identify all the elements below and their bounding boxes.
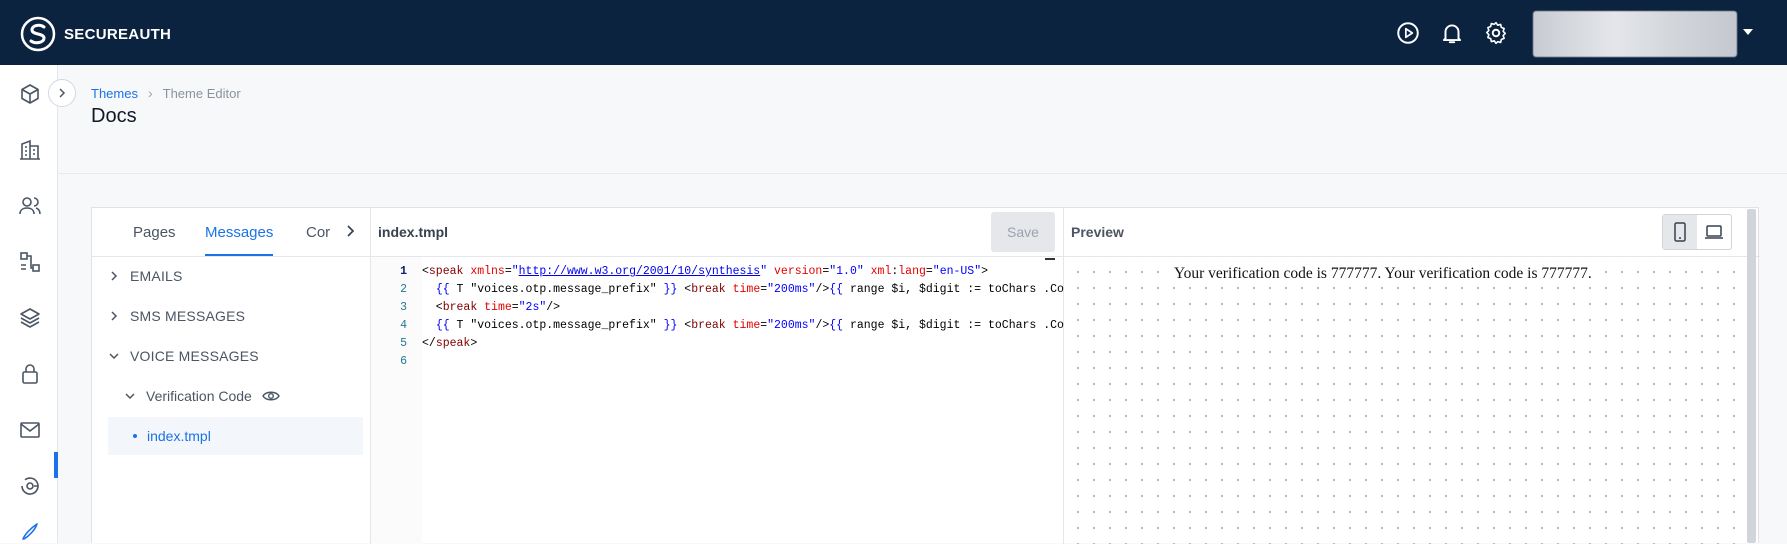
lock-icon[interactable] [18, 362, 42, 386]
breadcrumb: Themes › Theme Editor [91, 85, 241, 101]
side-nav [0, 65, 58, 543]
chevron-down-icon [109, 353, 119, 360]
tree-folder-label: SMS MESSAGES [130, 308, 246, 324]
brand-logo[interactable]: SECUREAUTH [20, 16, 171, 52]
users-icon[interactable] [18, 194, 42, 218]
line-number: 6 [400, 355, 407, 368]
eye-icon[interactable] [262, 389, 280, 403]
tree-folder-label: EMAILS [130, 268, 183, 284]
preview-pane: Preview Your verification code is 777777… [1064, 208, 1760, 544]
preview-title: Preview [1071, 224, 1124, 240]
tree-folder-voice[interactable]: VOICE MESSAGES [108, 348, 259, 364]
preview-message-text: Your verification code is 777777. Your v… [1172, 265, 1594, 283]
theme-editor-card: Pages Messages Cor EMAILS SMS MESSAGES V… [91, 207, 1760, 544]
cube-icon[interactable] [18, 82, 42, 106]
code-line: <break time="2s"/> [422, 301, 561, 314]
brand-name: SECUREAUTH [64, 25, 172, 43]
line-number-gutter: 1 2 3 4 5 6 [371, 257, 422, 544]
chevron-right-icon [111, 311, 118, 321]
tab-components[interactable]: Cor [306, 224, 330, 241]
play-circle-icon[interactable] [1395, 20, 1421, 46]
active-tab-indicator [205, 254, 273, 256]
code-line: </speak> [422, 337, 478, 350]
line-number: 4 [400, 319, 407, 332]
tree-item-verification-code[interactable]: Verification Code [124, 388, 280, 404]
chevron-down-icon [125, 393, 135, 400]
tab-messages[interactable]: Messages [205, 224, 273, 241]
tree-folder-sms[interactable]: SMS MESSAGES [108, 308, 245, 324]
chevron-down-icon[interactable] [1743, 29, 1753, 35]
tabs-scroll-right-icon[interactable] [341, 222, 359, 240]
line-number: 1 [400, 265, 407, 278]
line-number: 2 [400, 283, 407, 296]
bell-icon[interactable] [1439, 20, 1465, 46]
chevron-right-icon [59, 88, 66, 98]
tree-folder-emails[interactable]: EMAILS [108, 268, 183, 284]
preview-canvas: Your verification code is 777777. Your v… [1064, 257, 1745, 544]
line-number: 3 [400, 301, 407, 314]
breadcrumb-current: Theme Editor [162, 85, 241, 101]
mobile-view-button[interactable] [1663, 215, 1697, 249]
tree-item-label: Verification Code [146, 388, 252, 404]
brush-icon[interactable] [18, 520, 42, 544]
breadcrumb-themes-link[interactable]: Themes [91, 86, 138, 101]
page-title: Docs [91, 105, 137, 127]
gear-icon[interactable] [1483, 20, 1509, 46]
tree-file-index[interactable]: index.tmpl [133, 428, 211, 444]
tree-file-label: index.tmpl [147, 428, 211, 444]
laptop-icon [1705, 225, 1723, 239]
minimap-marker [1045, 258, 1055, 260]
chevron-right-icon [111, 271, 118, 281]
device-toggle [1662, 214, 1732, 250]
bullet-icon [133, 434, 137, 438]
code-line: {{ T "voices.otp.message_prefix" }} <bre… [435, 283, 1064, 296]
expand-sidebar-button[interactable] [48, 79, 76, 107]
page-scrollbar[interactable] [1747, 209, 1756, 543]
line-number: 5 [400, 337, 407, 350]
radar-icon[interactable] [18, 474, 42, 498]
workflow-icon[interactable] [18, 250, 42, 274]
save-button[interactable]: Save [991, 212, 1055, 252]
code-line: <speak xmlns="http://www.w3.org/2001/10/… [422, 265, 989, 278]
mail-icon[interactable] [18, 418, 42, 442]
building-icon[interactable] [18, 138, 42, 162]
editor-filename: index.tmpl [378, 224, 449, 240]
mobile-icon [1674, 222, 1686, 242]
template-tree-pane: Pages Messages Cor EMAILS SMS MESSAGES V… [92, 208, 371, 544]
code-editor[interactable]: <speak xmlns="http://www.w3.org/2001/10/… [422, 257, 1064, 544]
template-tabs: Pages Messages Cor [92, 208, 371, 257]
editor-header: index.tmpl Save [371, 208, 1064, 257]
code-line: {{ T "voices.otp.message_prefix" }} <bre… [435, 319, 1064, 332]
divider [58, 173, 1787, 174]
layers-icon[interactable] [18, 306, 42, 330]
user-menu[interactable] [1533, 11, 1737, 57]
nav-active-indicator [54, 452, 58, 478]
top-bar: SECUREAUTH [0, 0, 1787, 65]
code-editor-pane: index.tmpl Save 1 2 3 4 5 6 <speak xmlns… [371, 208, 1064, 544]
desktop-view-button[interactable] [1697, 215, 1731, 249]
secureauth-logo-icon [20, 16, 56, 52]
chevron-right-icon: › [147, 85, 153, 101]
preview-header: Preview [1064, 208, 1760, 257]
tree-folder-label: VOICE MESSAGES [130, 348, 259, 364]
tab-pages[interactable]: Pages [133, 224, 176, 241]
